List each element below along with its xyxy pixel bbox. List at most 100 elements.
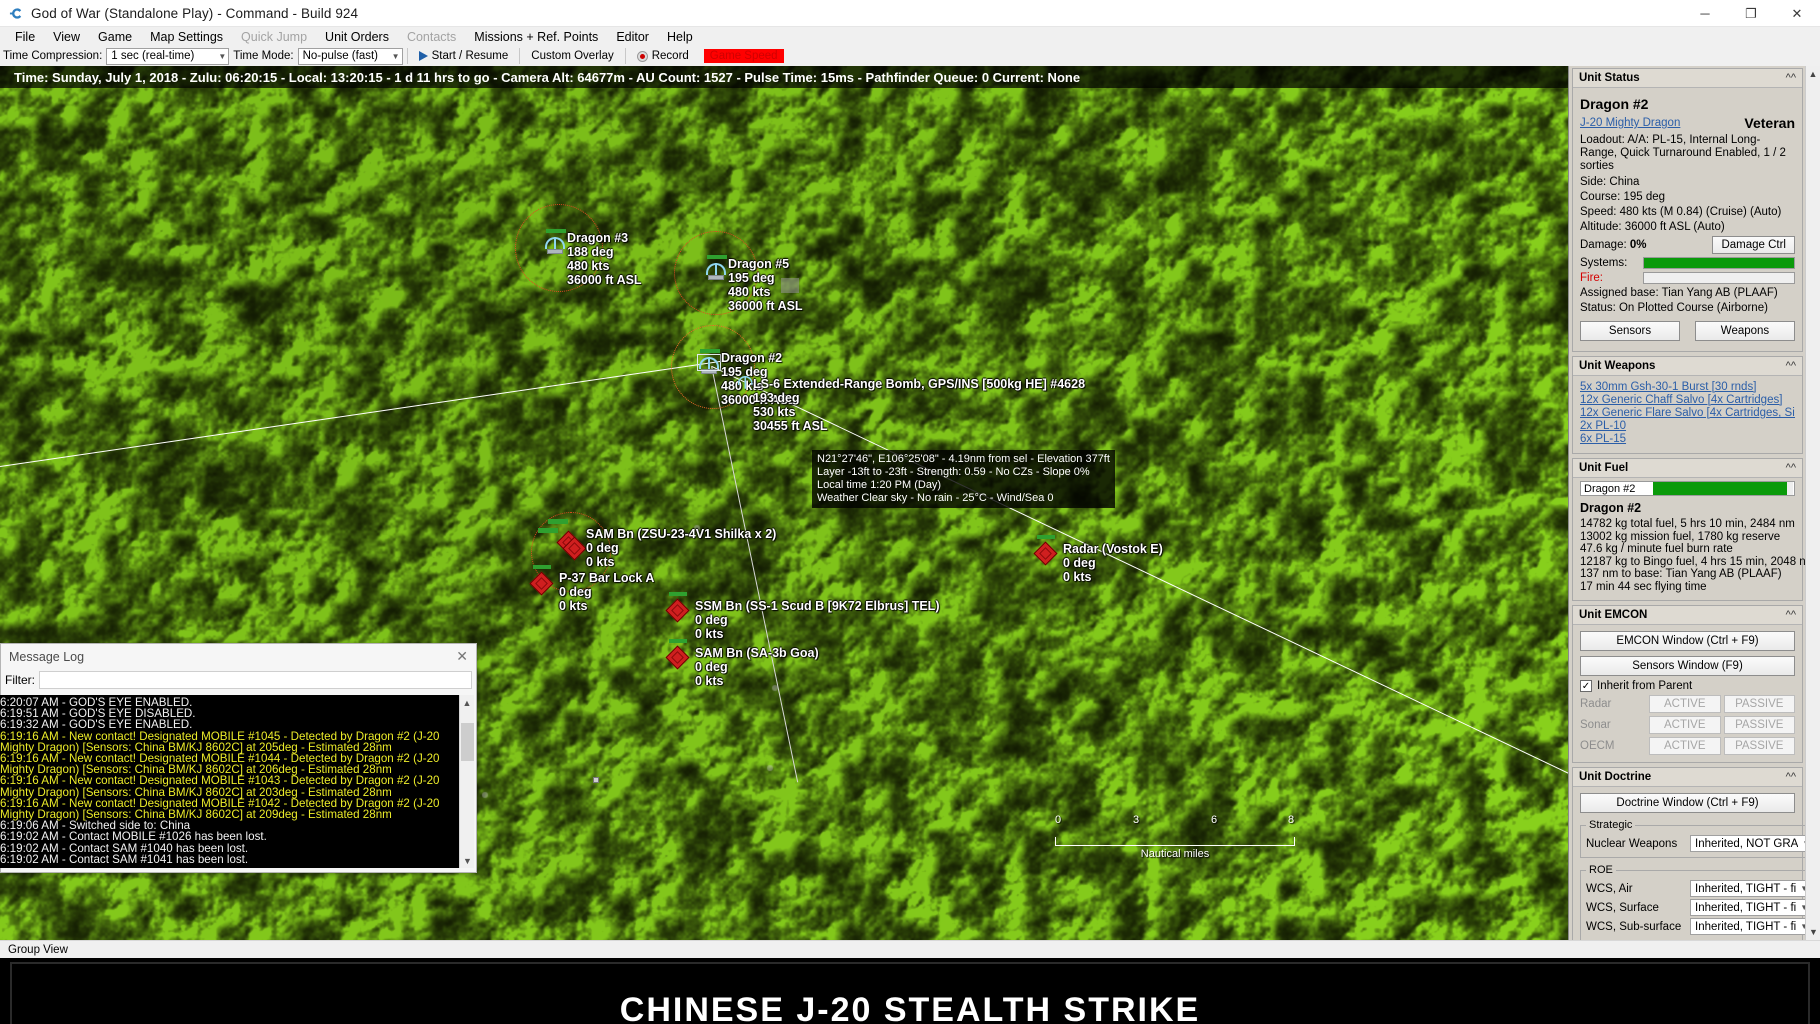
time-compression-select[interactable]: 1 sec (real-time) ▼ (106, 48, 229, 65)
inherit-from-parent-checkbox-row[interactable]: ✓ Inherit from Parent (1580, 680, 1795, 692)
menu-item-help[interactable]: Help (658, 28, 702, 46)
weapons-button[interactable]: Weapons (1695, 321, 1795, 341)
command-app-icon (8, 5, 24, 21)
tooltip-line-localtime: Local time 1:20 PM (Day) (817, 479, 1110, 492)
menu-item-unit-orders[interactable]: Unit Orders (316, 28, 398, 46)
close-icon[interactable]: ✕ (456, 648, 468, 665)
unit-label-course: 193 deg (753, 391, 1085, 405)
wcs-surface-label: WCS, Surface (1586, 902, 1686, 914)
chevron-down-icon: ▼ (388, 52, 400, 61)
unit-label-name: SSM Bn (SS-1 Scud B [9K72 Elbrus] TEL) (695, 599, 939, 613)
map-scale-bar: 0 3 6 8 Nautical miles (1055, 824, 1295, 860)
menu-item-map-settings[interactable]: Map Settings (141, 28, 232, 46)
menu-item-editor[interactable]: Editor (607, 28, 658, 46)
banner-border (10, 962, 1810, 1024)
weapon-item[interactable]: 6x PL-15 (1580, 433, 1795, 446)
maximize-button[interactable]: ❐ (1728, 0, 1774, 27)
custom-overlay-button[interactable]: Custom Overlay (524, 47, 620, 66)
aircraft-symbol-icon-selected (699, 354, 721, 376)
panel-header-unit-doctrine[interactable]: Unit Doctrine ^^ (1573, 768, 1802, 787)
sensors-window-button[interactable]: Sensors Window (F9) (1580, 656, 1795, 676)
group-view-label[interactable]: Group View (8, 944, 68, 956)
scale-tick-3: 8 (1288, 814, 1294, 826)
contact-shadow-marker (781, 278, 799, 293)
start-resume-button[interactable]: Start / Resume (412, 47, 516, 66)
close-button[interactable]: ✕ (1774, 0, 1820, 27)
panel-header-unit-weapons[interactable]: Unit Weapons ^^ (1573, 357, 1802, 376)
waypoint-marker[interactable] (593, 777, 599, 783)
unit-label-speed: 0 kts (559, 599, 654, 613)
weapon-item[interactable]: 5x 30mm Gsh-30-1 Burst [30 rnds] (1580, 381, 1795, 394)
scroll-down-icon[interactable]: ▼ (1806, 924, 1820, 940)
scroll-up-icon[interactable]: ▲ (1806, 66, 1820, 82)
doctrine-window-button[interactable]: Doctrine Window (Ctrl + F9) (1580, 793, 1795, 813)
filter-input[interactable] (39, 671, 472, 689)
sensors-button[interactable]: Sensors (1580, 321, 1680, 341)
altitude-text: Altitude: 36000 ft ASL (Auto) (1580, 221, 1795, 233)
menu-item-file[interactable]: File (6, 28, 44, 46)
message-log-scrollbar[interactable]: ▲ ▼ (459, 695, 474, 868)
menu-item-view[interactable]: View (44, 28, 89, 46)
map-view[interactable]: Time: Sunday, July 1, 2018 - Zulu: 06:20… (0, 66, 1568, 940)
time-mode-select[interactable]: No-pulse (fast) ▼ (298, 48, 403, 65)
fuel-bar-row[interactable]: Dragon #2 (1580, 481, 1795, 496)
wcs-air-select[interactable]: Inherited, TIGHT - fi ▼ (1690, 880, 1811, 897)
sonar-passive-button[interactable]: PASSIVE (1724, 716, 1796, 734)
collapse-chevron-icon[interactable]: ^^ (1786, 771, 1796, 783)
unit-label-course: 0 deg (695, 613, 939, 627)
chevron-down-icon: ▼ (214, 52, 226, 61)
panel-header-unit-fuel[interactable]: Unit Fuel ^^ (1573, 459, 1802, 478)
hostile-bar-icon (1037, 535, 1055, 539)
emcon-window-button[interactable]: EMCON Window (Ctrl + F9) (1580, 631, 1795, 651)
wcs-surface-select[interactable]: Inherited, TIGHT - fi ▼ (1690, 899, 1811, 916)
collapse-chevron-icon[interactable]: ^^ (1786, 462, 1796, 474)
window-controls: ─ ❐ ✕ (1682, 0, 1820, 27)
panel-unit-emcon: Unit EMCON ^^ EMCON Window (Ctrl + F9) S… (1572, 605, 1803, 763)
oecm-active-button[interactable]: ACTIVE (1649, 737, 1721, 755)
weapon-item[interactable]: 12x Generic Flare Salvo [4x Cartridges, … (1580, 407, 1795, 420)
sim-time-strip: Time: Sunday, July 1, 2018 - Zulu: 06:20… (0, 66, 1568, 88)
fuel-line: 137 nm to base: Tian Yang AB (PLAAF) (1580, 568, 1795, 581)
wcs-air-label: WCS, Air (1586, 883, 1686, 895)
damage-ctrl-button[interactable]: Damage Ctrl (1712, 236, 1795, 254)
record-button[interactable]: Record (630, 47, 696, 66)
message-log-list[interactable]: 6:20:07 AM - GOD'S EYE ENABLED.6:19:51 A… (0, 695, 474, 868)
scroll-down-icon[interactable]: ▼ (460, 853, 475, 868)
sidebar-scrollbar[interactable]: ▲ ▼ (1805, 66, 1820, 940)
weapon-item[interactable]: 2x PL-10 (1580, 420, 1795, 433)
collapse-chevron-icon[interactable]: ^^ (1786, 360, 1796, 372)
damage-label: Damage: (1580, 239, 1627, 251)
toolbar-divider (625, 48, 626, 64)
unit-label-speed: 0 kts (586, 555, 776, 569)
menu-item-game[interactable]: Game (89, 28, 141, 46)
unit-label-altitude: 30455 ft ASL (753, 419, 1085, 433)
unit-label-course: 0 deg (559, 585, 654, 599)
collapse-chevron-icon[interactable]: ^^ (1786, 72, 1796, 84)
panel-header-unit-status[interactable]: Unit Status ^^ (1573, 69, 1802, 88)
unit-label-name: Dragon #5 (728, 257, 803, 271)
weapon-item[interactable]: 12x Generic Chaff Salvo [4x Cartridges] (1580, 394, 1795, 407)
scrollbar-thumb[interactable] (461, 723, 474, 761)
wcs-subsurface-select[interactable]: Inherited, TIGHT - fi ▼ (1690, 918, 1811, 935)
side-text: Side: China (1580, 176, 1795, 188)
status-text: Status: On Plotted Course (Airborne) (1580, 302, 1795, 314)
nuclear-weapons-select[interactable]: Inherited, NOT GRA ▼ (1690, 835, 1813, 852)
platform-link[interactable]: J-20 Mighty Dragon (1580, 117, 1680, 129)
speed-text: Speed: 480 kts (M 0.84) (Cruise) (Auto) (1580, 206, 1795, 218)
panel-header-unit-emcon[interactable]: Unit EMCON ^^ (1573, 606, 1802, 625)
nuclear-weapons-label: Nuclear Weapons (1586, 838, 1686, 850)
radar-active-button[interactable]: ACTIVE (1649, 695, 1721, 713)
fuel-line: 12187 kg to Bingo fuel, 4 hrs 15 min, 20… (1580, 556, 1795, 569)
minimize-button[interactable]: ─ (1682, 0, 1728, 27)
oecm-passive-button[interactable]: PASSIVE (1724, 737, 1796, 755)
menu-item-missions-ref-points[interactable]: Missions + Ref. Points (465, 28, 607, 46)
sonar-active-button[interactable]: ACTIVE (1649, 716, 1721, 734)
radar-passive-button[interactable]: PASSIVE (1724, 695, 1796, 713)
inherit-checkbox[interactable]: ✓ (1580, 680, 1592, 692)
message-log-entry: 6:19:02 AM - Contact MOBILE #1026 has be… (0, 831, 471, 842)
message-log-window[interactable]: Message Log ✕ Filter: 6:20:07 AM - GOD'S… (0, 643, 477, 873)
tooltip-line-weather: Weather Clear sky - No rain - 25°C - Win… (817, 492, 1110, 505)
collapse-chevron-icon[interactable]: ^^ (1786, 609, 1796, 621)
scroll-up-icon[interactable]: ▲ (460, 695, 474, 710)
panel-unit-fuel: Unit Fuel ^^ Dragon #2 Dragon #2 14782 k… (1572, 458, 1803, 601)
